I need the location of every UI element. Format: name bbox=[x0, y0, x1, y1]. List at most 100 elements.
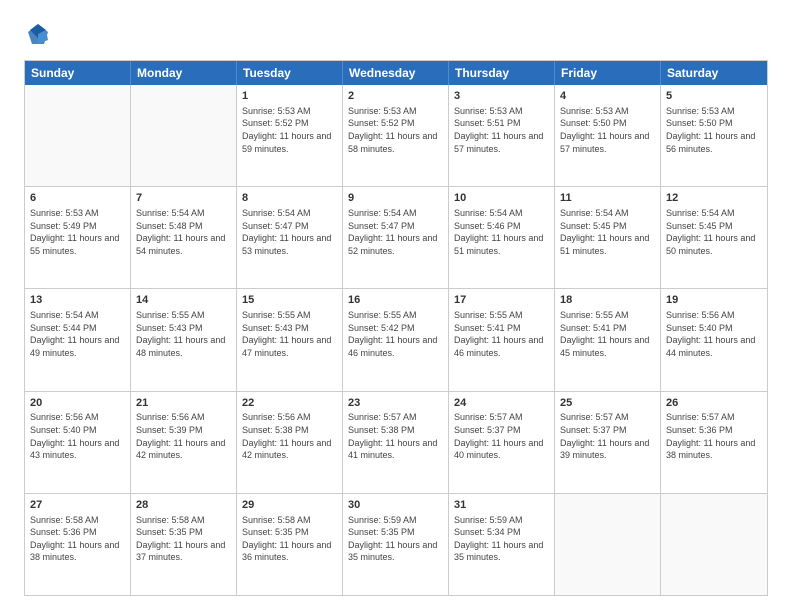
cell-info: Sunrise: 5:54 AM Sunset: 5:45 PM Dayligh… bbox=[560, 207, 655, 257]
day-number: 22 bbox=[242, 396, 337, 411]
empty-cell bbox=[661, 494, 767, 595]
day-cell-12: 12Sunrise: 5:54 AM Sunset: 5:45 PM Dayli… bbox=[661, 187, 767, 288]
day-cell-16: 16Sunrise: 5:55 AM Sunset: 5:42 PM Dayli… bbox=[343, 289, 449, 390]
day-cell-23: 23Sunrise: 5:57 AM Sunset: 5:38 PM Dayli… bbox=[343, 392, 449, 493]
day-cell-18: 18Sunrise: 5:55 AM Sunset: 5:41 PM Dayli… bbox=[555, 289, 661, 390]
cell-info: Sunrise: 5:55 AM Sunset: 5:41 PM Dayligh… bbox=[560, 309, 655, 359]
day-cell-7: 7Sunrise: 5:54 AM Sunset: 5:48 PM Daylig… bbox=[131, 187, 237, 288]
day-cell-27: 27Sunrise: 5:58 AM Sunset: 5:36 PM Dayli… bbox=[25, 494, 131, 595]
day-number: 15 bbox=[242, 293, 337, 308]
logo-icon bbox=[24, 20, 52, 48]
cell-info: Sunrise: 5:56 AM Sunset: 5:39 PM Dayligh… bbox=[136, 411, 231, 461]
cell-info: Sunrise: 5:57 AM Sunset: 5:38 PM Dayligh… bbox=[348, 411, 443, 461]
cell-info: Sunrise: 5:58 AM Sunset: 5:35 PM Dayligh… bbox=[136, 514, 231, 564]
day-number: 11 bbox=[560, 191, 655, 206]
day-number: 30 bbox=[348, 498, 443, 513]
cell-info: Sunrise: 5:59 AM Sunset: 5:35 PM Dayligh… bbox=[348, 514, 443, 564]
day-number: 21 bbox=[136, 396, 231, 411]
day-cell-30: 30Sunrise: 5:59 AM Sunset: 5:35 PM Dayli… bbox=[343, 494, 449, 595]
day-number: 23 bbox=[348, 396, 443, 411]
day-number: 28 bbox=[136, 498, 231, 513]
week-row-4: 20Sunrise: 5:56 AM Sunset: 5:40 PM Dayli… bbox=[25, 391, 767, 493]
cell-info: Sunrise: 5:58 AM Sunset: 5:36 PM Dayligh… bbox=[30, 514, 125, 564]
day-number: 6 bbox=[30, 191, 125, 206]
cell-info: Sunrise: 5:53 AM Sunset: 5:49 PM Dayligh… bbox=[30, 207, 125, 257]
cell-info: Sunrise: 5:53 AM Sunset: 5:52 PM Dayligh… bbox=[242, 105, 337, 155]
day-cell-9: 9Sunrise: 5:54 AM Sunset: 5:47 PM Daylig… bbox=[343, 187, 449, 288]
day-cell-20: 20Sunrise: 5:56 AM Sunset: 5:40 PM Dayli… bbox=[25, 392, 131, 493]
day-number: 7 bbox=[136, 191, 231, 206]
header-day-sunday: Sunday bbox=[25, 61, 131, 85]
cell-info: Sunrise: 5:54 AM Sunset: 5:48 PM Dayligh… bbox=[136, 207, 231, 257]
day-cell-14: 14Sunrise: 5:55 AM Sunset: 5:43 PM Dayli… bbox=[131, 289, 237, 390]
day-cell-5: 5Sunrise: 5:53 AM Sunset: 5:50 PM Daylig… bbox=[661, 85, 767, 186]
day-cell-2: 2Sunrise: 5:53 AM Sunset: 5:52 PM Daylig… bbox=[343, 85, 449, 186]
header bbox=[24, 20, 768, 48]
day-cell-10: 10Sunrise: 5:54 AM Sunset: 5:46 PM Dayli… bbox=[449, 187, 555, 288]
cell-info: Sunrise: 5:55 AM Sunset: 5:43 PM Dayligh… bbox=[136, 309, 231, 359]
calendar: SundayMondayTuesdayWednesdayThursdayFrid… bbox=[24, 60, 768, 596]
day-number: 25 bbox=[560, 396, 655, 411]
day-number: 31 bbox=[454, 498, 549, 513]
day-number: 12 bbox=[666, 191, 762, 206]
cell-info: Sunrise: 5:55 AM Sunset: 5:41 PM Dayligh… bbox=[454, 309, 549, 359]
day-number: 29 bbox=[242, 498, 337, 513]
empty-cell bbox=[131, 85, 237, 186]
cell-info: Sunrise: 5:57 AM Sunset: 5:36 PM Dayligh… bbox=[666, 411, 762, 461]
calendar-header: SundayMondayTuesdayWednesdayThursdayFrid… bbox=[25, 61, 767, 85]
day-number: 24 bbox=[454, 396, 549, 411]
logo bbox=[24, 20, 56, 48]
calendar-body: 1Sunrise: 5:53 AM Sunset: 5:52 PM Daylig… bbox=[25, 85, 767, 595]
day-number: 10 bbox=[454, 191, 549, 206]
empty-cell bbox=[555, 494, 661, 595]
day-cell-8: 8Sunrise: 5:54 AM Sunset: 5:47 PM Daylig… bbox=[237, 187, 343, 288]
cell-info: Sunrise: 5:56 AM Sunset: 5:40 PM Dayligh… bbox=[30, 411, 125, 461]
cell-info: Sunrise: 5:53 AM Sunset: 5:50 PM Dayligh… bbox=[560, 105, 655, 155]
week-row-5: 27Sunrise: 5:58 AM Sunset: 5:36 PM Dayli… bbox=[25, 493, 767, 595]
header-day-wednesday: Wednesday bbox=[343, 61, 449, 85]
day-cell-29: 29Sunrise: 5:58 AM Sunset: 5:35 PM Dayli… bbox=[237, 494, 343, 595]
page: SundayMondayTuesdayWednesdayThursdayFrid… bbox=[0, 0, 792, 612]
day-number: 2 bbox=[348, 89, 443, 104]
day-number: 16 bbox=[348, 293, 443, 308]
day-cell-15: 15Sunrise: 5:55 AM Sunset: 5:43 PM Dayli… bbox=[237, 289, 343, 390]
day-cell-28: 28Sunrise: 5:58 AM Sunset: 5:35 PM Dayli… bbox=[131, 494, 237, 595]
day-number: 8 bbox=[242, 191, 337, 206]
cell-info: Sunrise: 5:54 AM Sunset: 5:47 PM Dayligh… bbox=[242, 207, 337, 257]
day-cell-26: 26Sunrise: 5:57 AM Sunset: 5:36 PM Dayli… bbox=[661, 392, 767, 493]
cell-info: Sunrise: 5:53 AM Sunset: 5:52 PM Dayligh… bbox=[348, 105, 443, 155]
week-row-1: 1Sunrise: 5:53 AM Sunset: 5:52 PM Daylig… bbox=[25, 85, 767, 186]
cell-info: Sunrise: 5:57 AM Sunset: 5:37 PM Dayligh… bbox=[454, 411, 549, 461]
header-day-monday: Monday bbox=[131, 61, 237, 85]
header-day-friday: Friday bbox=[555, 61, 661, 85]
day-cell-17: 17Sunrise: 5:55 AM Sunset: 5:41 PM Dayli… bbox=[449, 289, 555, 390]
day-number: 14 bbox=[136, 293, 231, 308]
day-number: 26 bbox=[666, 396, 762, 411]
day-cell-13: 13Sunrise: 5:54 AM Sunset: 5:44 PM Dayli… bbox=[25, 289, 131, 390]
cell-info: Sunrise: 5:56 AM Sunset: 5:38 PM Dayligh… bbox=[242, 411, 337, 461]
day-number: 18 bbox=[560, 293, 655, 308]
day-number: 27 bbox=[30, 498, 125, 513]
header-day-tuesday: Tuesday bbox=[237, 61, 343, 85]
header-day-thursday: Thursday bbox=[449, 61, 555, 85]
cell-info: Sunrise: 5:59 AM Sunset: 5:34 PM Dayligh… bbox=[454, 514, 549, 564]
day-cell-1: 1Sunrise: 5:53 AM Sunset: 5:52 PM Daylig… bbox=[237, 85, 343, 186]
cell-info: Sunrise: 5:54 AM Sunset: 5:44 PM Dayligh… bbox=[30, 309, 125, 359]
week-row-2: 6Sunrise: 5:53 AM Sunset: 5:49 PM Daylig… bbox=[25, 186, 767, 288]
cell-info: Sunrise: 5:53 AM Sunset: 5:50 PM Dayligh… bbox=[666, 105, 762, 155]
day-number: 5 bbox=[666, 89, 762, 104]
day-number: 9 bbox=[348, 191, 443, 206]
cell-info: Sunrise: 5:55 AM Sunset: 5:43 PM Dayligh… bbox=[242, 309, 337, 359]
day-cell-31: 31Sunrise: 5:59 AM Sunset: 5:34 PM Dayli… bbox=[449, 494, 555, 595]
week-row-3: 13Sunrise: 5:54 AM Sunset: 5:44 PM Dayli… bbox=[25, 288, 767, 390]
day-number: 1 bbox=[242, 89, 337, 104]
day-number: 19 bbox=[666, 293, 762, 308]
day-cell-3: 3Sunrise: 5:53 AM Sunset: 5:51 PM Daylig… bbox=[449, 85, 555, 186]
day-cell-21: 21Sunrise: 5:56 AM Sunset: 5:39 PM Dayli… bbox=[131, 392, 237, 493]
day-cell-24: 24Sunrise: 5:57 AM Sunset: 5:37 PM Dayli… bbox=[449, 392, 555, 493]
cell-info: Sunrise: 5:57 AM Sunset: 5:37 PM Dayligh… bbox=[560, 411, 655, 461]
day-number: 20 bbox=[30, 396, 125, 411]
cell-info: Sunrise: 5:55 AM Sunset: 5:42 PM Dayligh… bbox=[348, 309, 443, 359]
day-number: 17 bbox=[454, 293, 549, 308]
cell-info: Sunrise: 5:54 AM Sunset: 5:45 PM Dayligh… bbox=[666, 207, 762, 257]
